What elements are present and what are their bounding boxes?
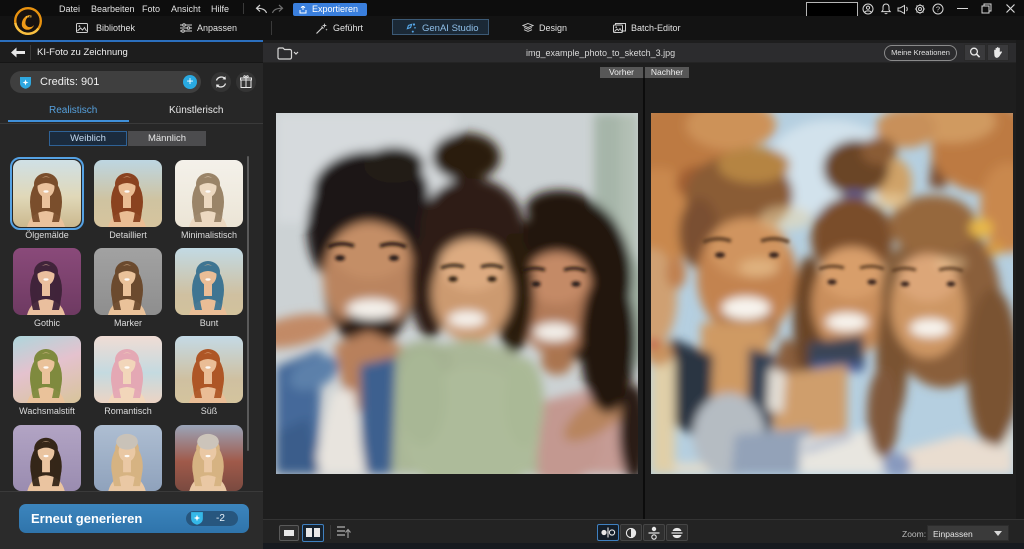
svg-text:?: ? [936,5,940,14]
